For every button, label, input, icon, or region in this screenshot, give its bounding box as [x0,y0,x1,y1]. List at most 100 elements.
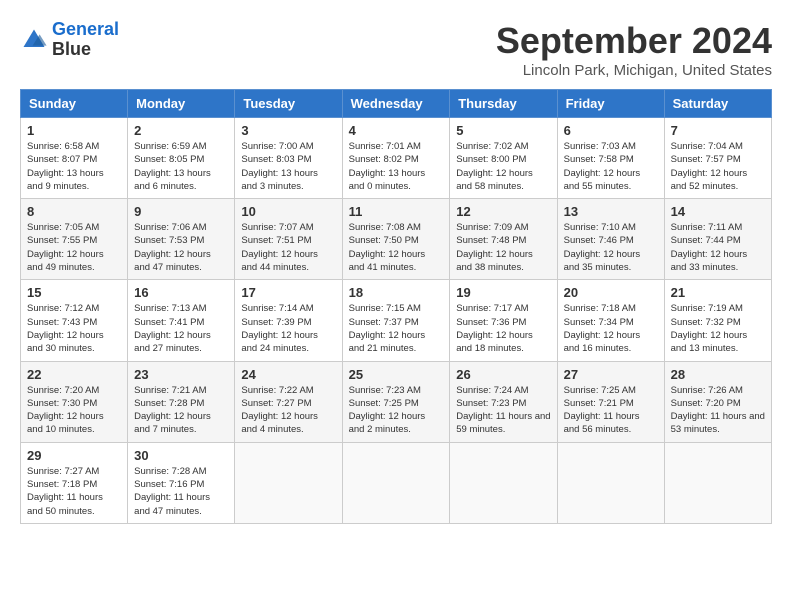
calendar-cell: 2 Sunrise: 6:59 AM Sunset: 8:05 PM Dayli… [128,118,235,199]
calendar-cell [342,442,450,523]
title-block: September 2024 Lincoln Park, Michigan, U… [496,20,772,79]
calendar-cell: 1 Sunrise: 6:58 AM Sunset: 8:07 PM Dayli… [21,118,128,199]
day-info: Sunrise: 6:59 AM Sunset: 8:05 PM Dayligh… [134,140,228,193]
calendar-cell: 4 Sunrise: 7:01 AM Sunset: 8:02 PM Dayli… [342,118,450,199]
day-number: 29 [27,448,121,463]
weekday-sunday: Sunday [21,90,128,118]
day-number: 26 [456,367,550,382]
day-info: Sunrise: 7:24 AM Sunset: 7:23 PM Dayligh… [456,384,550,437]
day-number: 8 [27,204,121,219]
weekday-monday: Monday [128,90,235,118]
page-header: GeneralBlue September 2024 Lincoln Park,… [20,20,772,79]
weekday-tuesday: Tuesday [235,90,342,118]
day-info: Sunrise: 7:15 AM Sunset: 7:37 PM Dayligh… [349,302,444,355]
day-number: 14 [671,204,765,219]
day-info: Sunrise: 7:00 AM Sunset: 8:03 PM Dayligh… [241,140,335,193]
day-number: 1 [27,123,121,138]
logo: GeneralBlue [20,20,119,60]
calendar-cell: 20 Sunrise: 7:18 AM Sunset: 7:34 PM Dayl… [557,280,664,361]
calendar-cell: 18 Sunrise: 7:15 AM Sunset: 7:37 PM Dayl… [342,280,450,361]
day-info: Sunrise: 7:13 AM Sunset: 7:41 PM Dayligh… [134,302,228,355]
calendar-cell: 3 Sunrise: 7:00 AM Sunset: 8:03 PM Dayli… [235,118,342,199]
calendar-cell [450,442,557,523]
day-info: Sunrise: 7:23 AM Sunset: 7:25 PM Dayligh… [349,384,444,437]
calendar-cell: 21 Sunrise: 7:19 AM Sunset: 7:32 PM Dayl… [664,280,771,361]
logo-icon [20,26,48,54]
logo-text: GeneralBlue [52,20,119,60]
calendar-cell: 19 Sunrise: 7:17 AM Sunset: 7:36 PM Dayl… [450,280,557,361]
day-number: 3 [241,123,335,138]
calendar-cell [664,442,771,523]
day-number: 9 [134,204,228,219]
day-info: Sunrise: 7:21 AM Sunset: 7:28 PM Dayligh… [134,384,228,437]
calendar-week-2: 8 Sunrise: 7:05 AM Sunset: 7:55 PM Dayli… [21,199,772,280]
calendar-cell [235,442,342,523]
day-number: 25 [349,367,444,382]
calendar-cell: 16 Sunrise: 7:13 AM Sunset: 7:41 PM Dayl… [128,280,235,361]
day-number: 4 [349,123,444,138]
day-info: Sunrise: 7:19 AM Sunset: 7:32 PM Dayligh… [671,302,765,355]
day-number: 28 [671,367,765,382]
day-info: Sunrise: 7:18 AM Sunset: 7:34 PM Dayligh… [564,302,658,355]
day-number: 22 [27,367,121,382]
day-number: 12 [456,204,550,219]
day-number: 17 [241,285,335,300]
day-number: 30 [134,448,228,463]
day-number: 5 [456,123,550,138]
day-info: Sunrise: 7:26 AM Sunset: 7:20 PM Dayligh… [671,384,765,437]
weekday-friday: Friday [557,90,664,118]
calendar-cell: 7 Sunrise: 7:04 AM Sunset: 7:57 PM Dayli… [664,118,771,199]
day-info: Sunrise: 7:20 AM Sunset: 7:30 PM Dayligh… [27,384,121,437]
day-number: 11 [349,204,444,219]
calendar-cell: 12 Sunrise: 7:09 AM Sunset: 7:48 PM Dayl… [450,199,557,280]
day-number: 6 [564,123,658,138]
day-info: Sunrise: 7:25 AM Sunset: 7:21 PM Dayligh… [564,384,658,437]
day-info: Sunrise: 7:04 AM Sunset: 7:57 PM Dayligh… [671,140,765,193]
weekday-header-row: SundayMondayTuesdayWednesdayThursdayFrid… [21,90,772,118]
day-number: 2 [134,123,228,138]
calendar-cell: 15 Sunrise: 7:12 AM Sunset: 7:43 PM Dayl… [21,280,128,361]
calendar-cell: 17 Sunrise: 7:14 AM Sunset: 7:39 PM Dayl… [235,280,342,361]
calendar-week-5: 29 Sunrise: 7:27 AM Sunset: 7:18 PM Dayl… [21,442,772,523]
day-number: 23 [134,367,228,382]
day-info: Sunrise: 7:27 AM Sunset: 7:18 PM Dayligh… [27,465,121,518]
calendar-cell: 14 Sunrise: 7:11 AM Sunset: 7:44 PM Dayl… [664,199,771,280]
day-info: Sunrise: 7:28 AM Sunset: 7:16 PM Dayligh… [134,465,228,518]
calendar-cell: 11 Sunrise: 7:08 AM Sunset: 7:50 PM Dayl… [342,199,450,280]
day-number: 21 [671,285,765,300]
day-number: 27 [564,367,658,382]
calendar-table: SundayMondayTuesdayWednesdayThursdayFrid… [20,89,772,524]
calendar-cell: 22 Sunrise: 7:20 AM Sunset: 7:30 PM Dayl… [21,361,128,442]
calendar-cell: 5 Sunrise: 7:02 AM Sunset: 8:00 PM Dayli… [450,118,557,199]
day-info: Sunrise: 7:01 AM Sunset: 8:02 PM Dayligh… [349,140,444,193]
day-info: Sunrise: 7:06 AM Sunset: 7:53 PM Dayligh… [134,221,228,274]
calendar-week-1: 1 Sunrise: 6:58 AM Sunset: 8:07 PM Dayli… [21,118,772,199]
calendar-cell: 6 Sunrise: 7:03 AM Sunset: 7:58 PM Dayli… [557,118,664,199]
calendar-cell: 29 Sunrise: 7:27 AM Sunset: 7:18 PM Dayl… [21,442,128,523]
day-info: Sunrise: 7:05 AM Sunset: 7:55 PM Dayligh… [27,221,121,274]
calendar-cell [557,442,664,523]
day-number: 15 [27,285,121,300]
calendar-cell: 30 Sunrise: 7:28 AM Sunset: 7:16 PM Dayl… [128,442,235,523]
day-info: Sunrise: 7:11 AM Sunset: 7:44 PM Dayligh… [671,221,765,274]
weekday-thursday: Thursday [450,90,557,118]
calendar-cell: 28 Sunrise: 7:26 AM Sunset: 7:20 PM Dayl… [664,361,771,442]
month-title: September 2024 [496,20,772,62]
day-info: Sunrise: 7:12 AM Sunset: 7:43 PM Dayligh… [27,302,121,355]
day-number: 18 [349,285,444,300]
day-info: Sunrise: 7:02 AM Sunset: 8:00 PM Dayligh… [456,140,550,193]
day-number: 24 [241,367,335,382]
calendar-cell: 13 Sunrise: 7:10 AM Sunset: 7:46 PM Dayl… [557,199,664,280]
day-info: Sunrise: 7:08 AM Sunset: 7:50 PM Dayligh… [349,221,444,274]
day-number: 10 [241,204,335,219]
day-number: 20 [564,285,658,300]
calendar-cell: 8 Sunrise: 7:05 AM Sunset: 7:55 PM Dayli… [21,199,128,280]
calendar-cell: 26 Sunrise: 7:24 AM Sunset: 7:23 PM Dayl… [450,361,557,442]
day-info: Sunrise: 7:03 AM Sunset: 7:58 PM Dayligh… [564,140,658,193]
weekday-wednesday: Wednesday [342,90,450,118]
day-number: 13 [564,204,658,219]
calendar-cell: 27 Sunrise: 7:25 AM Sunset: 7:21 PM Dayl… [557,361,664,442]
calendar-cell: 23 Sunrise: 7:21 AM Sunset: 7:28 PM Dayl… [128,361,235,442]
day-info: Sunrise: 7:17 AM Sunset: 7:36 PM Dayligh… [456,302,550,355]
location: Lincoln Park, Michigan, United States [496,62,772,79]
